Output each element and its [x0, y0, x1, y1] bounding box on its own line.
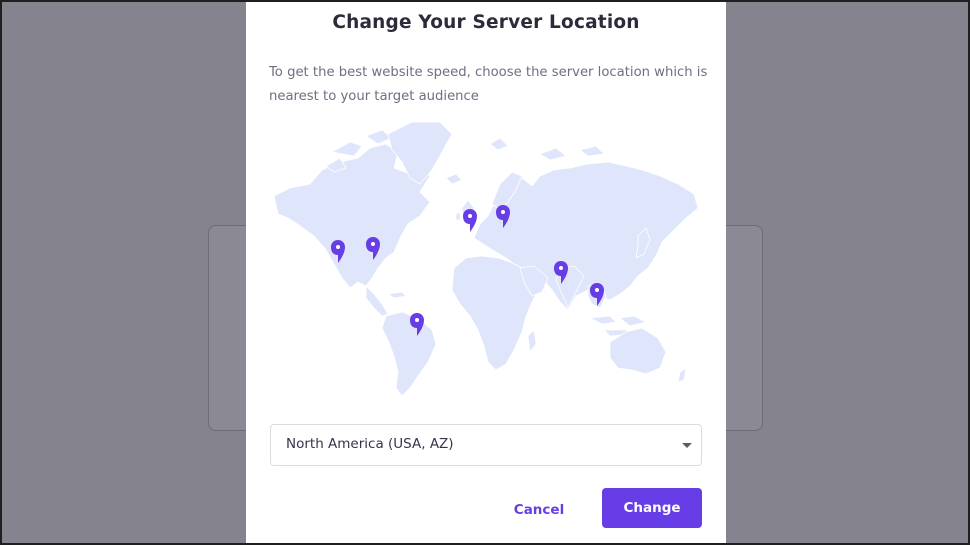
map-pin-uk[interactable] — [463, 209, 477, 232]
world-map — [273, 121, 699, 397]
selected-location: North America (USA, AZ) — [286, 436, 454, 452]
modal-description: To get the best website speed, choose th… — [269, 65, 708, 104]
change-button[interactable]: Change — [602, 488, 702, 528]
land-south-america — [381, 311, 437, 397]
land-iceland — [445, 173, 463, 185]
server-location-select[interactable]: North America (USA, AZ) — [270, 424, 702, 466]
land-central-america — [365, 285, 389, 317]
modal-title: Change Your Server Location — [332, 12, 640, 33]
land-russia-islands — [489, 137, 605, 161]
land-madagascar — [527, 329, 537, 353]
cancel-button[interactable]: Cancel — [498, 490, 580, 530]
server-location-modal: Change Your Server Location To get the b… — [246, 2, 726, 543]
land-caribbean — [387, 291, 407, 299]
land-new-zealand — [677, 367, 687, 383]
chevron-down-icon — [682, 443, 692, 448]
screen: Change Your Server Location To get the b… — [0, 0, 970, 545]
